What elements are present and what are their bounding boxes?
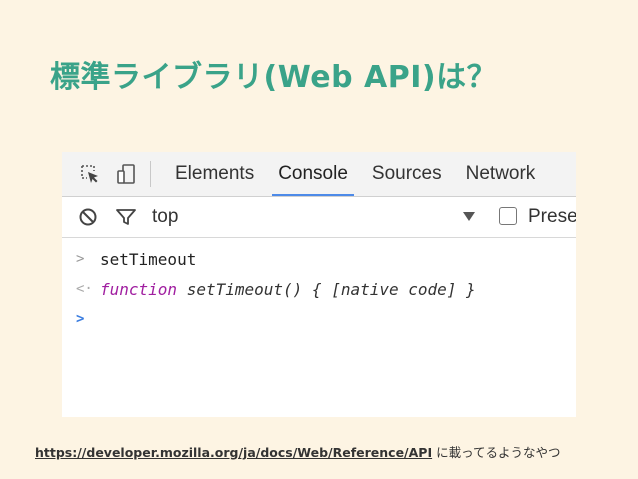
input-prompt-icon: > (76, 251, 85, 267)
tab-elements[interactable]: Elements (163, 152, 266, 196)
inspect-element-icon[interactable] (76, 160, 104, 188)
tab-sources[interactable]: Sources (360, 152, 454, 196)
chevron-down-icon[interactable] (463, 212, 475, 221)
toolbar-divider (150, 161, 151, 187)
footer-note: https://developer.mozilla.org/ja/docs/We… (35, 442, 560, 461)
device-toolbar-icon[interactable] (112, 160, 140, 188)
console-input-line: > setTimeout (62, 244, 576, 274)
preserve-log-checkbox[interactable] (499, 207, 517, 225)
console-filterbar: top Prese (62, 197, 576, 238)
tab-console[interactable]: Console (266, 152, 360, 196)
mdn-reference-link[interactable]: https://developer.mozilla.org/ja/docs/We… (35, 445, 432, 460)
console-prompt-line[interactable]: > (62, 304, 576, 334)
clear-console-icon[interactable] (76, 205, 100, 229)
active-prompt-icon: > (76, 311, 85, 327)
context-selector[interactable]: top (152, 206, 178, 228)
devtools-tabbar: Elements Console Sources Network (62, 152, 576, 197)
result-text: setTimeout() { [native code] } (177, 279, 476, 299)
result-keyword: function (100, 279, 178, 299)
preserve-log-label: Prese (528, 206, 576, 227)
slide-title: 標準ライブラリ(Web API)は？ (50, 60, 498, 95)
filter-icon[interactable] (114, 205, 138, 229)
footer-suffix: に載ってるようなやつ (432, 445, 561, 460)
output-prompt-icon: <· (76, 281, 93, 297)
console-output[interactable]: > setTimeout <· function setTimeout() { … (62, 238, 576, 334)
console-input-text: setTimeout (100, 249, 197, 269)
console-result-line: <· function setTimeout() { [native code]… (62, 274, 576, 304)
tab-network[interactable]: Network (454, 152, 548, 196)
devtools-panel: Elements Console Sources Network top Pre… (62, 152, 576, 417)
